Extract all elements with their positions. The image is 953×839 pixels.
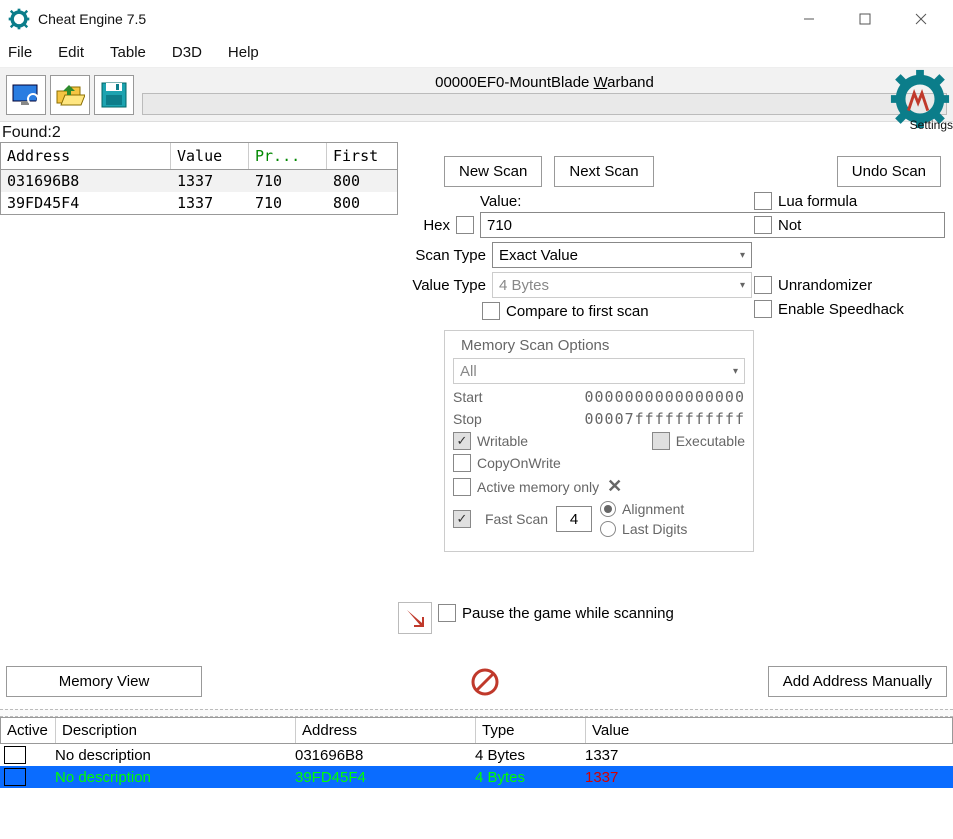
- unrandomizer-label: Unrandomizer: [778, 277, 872, 294]
- scan-type-select[interactable]: Exact Value▾: [492, 242, 752, 268]
- toolbar-row: 00000EF0-MountBlade Warband Settings: [0, 68, 953, 122]
- chevron-down-icon: ▾: [740, 280, 745, 291]
- process-label: 00000EF0-MountBlade Warband: [142, 74, 947, 91]
- menu-d3d[interactable]: D3D: [172, 44, 202, 61]
- cheat-row[interactable]: No description 031696B8 4 Bytes 1337: [0, 744, 953, 766]
- fastscan-value[interactable]: [556, 506, 592, 532]
- col-ct-address[interactable]: Address: [296, 718, 476, 743]
- splitter[interactable]: [0, 709, 953, 717]
- cow-label: CopyOnWrite: [477, 455, 561, 471]
- titlebar: Cheat Engine 7.5: [0, 0, 953, 38]
- hex-label: Hex: [404, 217, 456, 234]
- col-previous[interactable]: Pr...: [249, 143, 327, 169]
- process-wrap: 00000EF0-MountBlade Warband: [142, 74, 947, 115]
- window-buttons: [781, 0, 949, 38]
- lua-label: Lua formula: [778, 193, 857, 210]
- cheattable-header[interactable]: Active Description Address Type Value: [0, 717, 953, 744]
- mso-start-label: Start: [453, 389, 497, 405]
- result-row[interactable]: 39FD45F4 1337 710 800: [1, 192, 397, 214]
- value-label: Value:: [480, 193, 521, 210]
- col-first[interactable]: First: [327, 143, 393, 169]
- col-address[interactable]: Address: [1, 143, 171, 169]
- col-active[interactable]: Active: [1, 718, 56, 743]
- not-checkbox[interactable]: [754, 216, 772, 234]
- mso-legend: Memory Scan Options: [457, 337, 613, 354]
- active-checkbox[interactable]: [4, 746, 26, 764]
- pause-label: Pause the game while scanning: [462, 605, 674, 622]
- results-header[interactable]: Address Value Pr... First: [1, 143, 397, 170]
- menu-edit[interactable]: Edit: [58, 44, 84, 61]
- add-address-manually-button[interactable]: Add Address Manually: [768, 666, 947, 697]
- add-result-to-table-button[interactable]: [398, 602, 432, 634]
- memory-scan-options: Memory Scan Options All▾ Start0000000000…: [444, 330, 754, 552]
- mso-stop-label: Stop: [453, 411, 497, 427]
- memory-view-button[interactable]: Memory View: [6, 666, 202, 697]
- window-title: Cheat Engine 7.5: [38, 11, 781, 27]
- mso-start-input[interactable]: 0000000000000000: [497, 388, 745, 406]
- compare-label: Compare to first scan: [506, 303, 649, 320]
- writable-label: Writable: [477, 433, 528, 449]
- result-row[interactable]: 031696B8 1337 710 800: [1, 170, 397, 192]
- executable-label: Executable: [676, 433, 745, 449]
- results-table[interactable]: Address Value Pr... First 031696B8 1337 …: [0, 142, 398, 215]
- hex-checkbox[interactable]: [456, 216, 474, 234]
- lua-checkbox[interactable]: [754, 192, 772, 210]
- menu-help[interactable]: Help: [228, 44, 259, 61]
- fastscan-label: Fast Scan: [485, 511, 548, 527]
- speedhack-label: Enable Speedhack: [778, 301, 904, 318]
- open-button[interactable]: [50, 75, 90, 115]
- chevron-down-icon: ▾: [733, 366, 738, 377]
- writable-checkbox[interactable]: [453, 432, 471, 450]
- menu-file[interactable]: File: [8, 44, 32, 61]
- col-ct-value[interactable]: Value: [586, 718, 952, 743]
- active-checkbox[interactable]: [4, 768, 26, 786]
- no-entry-icon[interactable]: [470, 667, 500, 697]
- compare-checkbox[interactable]: [482, 302, 500, 320]
- close-button[interactable]: [893, 0, 949, 38]
- menu-table[interactable]: Table: [110, 44, 146, 61]
- unrandomizer-checkbox[interactable]: [754, 276, 772, 294]
- col-value[interactable]: Value: [171, 143, 249, 169]
- speedhack-checkbox[interactable]: [754, 300, 772, 318]
- maximize-button[interactable]: [837, 0, 893, 38]
- fastscan-checkbox[interactable]: [453, 510, 471, 528]
- active-mem-checkbox[interactable]: [453, 478, 471, 496]
- executable-checkbox[interactable]: [652, 432, 670, 450]
- app-icon: [8, 8, 30, 30]
- settings-label[interactable]: Settings: [910, 118, 953, 132]
- col-ct-type[interactable]: Type: [476, 718, 586, 743]
- mso-stop-input[interactable]: 00007fffffffffff: [497, 410, 745, 428]
- menubar: File Edit Table D3D Help: [0, 38, 953, 68]
- progress-bar: [142, 93, 947, 115]
- active-mem-label: Active memory only: [477, 479, 599, 495]
- found-label: Found:2: [0, 122, 953, 142]
- col-description[interactable]: Description: [56, 718, 296, 743]
- select-process-button[interactable]: [6, 75, 46, 115]
- alignment-radio[interactable]: [600, 501, 616, 517]
- cheat-row[interactable]: No description 39FD45F4 4 Bytes 1337: [0, 766, 953, 788]
- not-label: Not: [778, 217, 801, 234]
- save-button[interactable]: [94, 75, 134, 115]
- lastdigits-label: Last Digits: [622, 521, 687, 537]
- lastdigits-radio[interactable]: [600, 521, 616, 537]
- scan-type-label: Scan Type: [404, 247, 492, 264]
- alignment-label: Alignment: [622, 501, 684, 517]
- next-scan-button[interactable]: Next Scan: [554, 156, 653, 187]
- mso-region-select[interactable]: All▾: [453, 358, 745, 384]
- minimize-button[interactable]: [781, 0, 837, 38]
- clear-icon[interactable]: ✕: [607, 476, 622, 497]
- chevron-down-icon: ▾: [740, 250, 745, 261]
- new-scan-button[interactable]: New Scan: [444, 156, 542, 187]
- pause-checkbox[interactable]: [438, 604, 456, 622]
- value-type-select[interactable]: 4 Bytes▾: [492, 272, 752, 298]
- value-type-label: Value Type: [404, 277, 492, 294]
- cow-checkbox[interactable]: [453, 454, 471, 472]
- undo-scan-button[interactable]: Undo Scan: [837, 156, 941, 187]
